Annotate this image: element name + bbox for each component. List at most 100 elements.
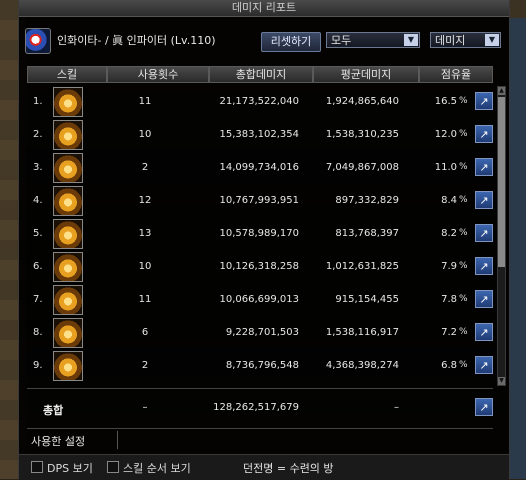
table-row: 3. 2 14,099,734,016 7,049,867,008 11.0 %… bbox=[27, 152, 493, 185]
window-title: 데미지 리포트 bbox=[19, 0, 509, 17]
share-arrow-icon[interactable]: ↗ bbox=[475, 398, 493, 416]
column-header-count[interactable]: 사용횟수 bbox=[107, 66, 209, 83]
use-count: 12 bbox=[138, 195, 152, 206]
skill-icon bbox=[53, 153, 83, 183]
table-row: 1. 11 21,173,522,040 1,924,865,640 16.5 … bbox=[27, 86, 493, 119]
damage-share: 8.2 bbox=[441, 228, 457, 239]
reset-button[interactable]: 리셋하기 bbox=[261, 32, 321, 52]
use-count: 11 bbox=[138, 96, 152, 107]
used-settings-label[interactable]: 사용한 설정 bbox=[31, 433, 85, 449]
percent-sign: % bbox=[459, 129, 468, 139]
share-arrow-icon[interactable]: ↗ bbox=[475, 125, 493, 143]
table-scrollbar[interactable]: ▲ ▼ bbox=[497, 86, 506, 386]
average-damage: 4,368,398,274 bbox=[325, 360, 399, 371]
damage-share: 16.5 bbox=[434, 96, 457, 107]
row-index: 3. bbox=[33, 162, 43, 173]
table-row: 7. 11 10,066,699,013 915,154,455 7.8 % ↗ bbox=[27, 284, 493, 317]
percent-sign: % bbox=[459, 195, 468, 205]
percent-sign: % bbox=[459, 327, 468, 337]
dps-checkbox[interactable] bbox=[31, 461, 43, 473]
average-damage: 915,154,455 bbox=[335, 294, 399, 305]
share-arrow-icon[interactable]: ↗ bbox=[475, 257, 493, 275]
damage-share: 12.0 bbox=[434, 129, 457, 140]
filter-select-value: 모두 bbox=[331, 34, 352, 47]
table-row: 6. 10 10,126,318,258 1,012,631,825 7.9 %… bbox=[27, 251, 493, 284]
share-arrow-icon[interactable]: ↗ bbox=[475, 158, 493, 176]
total-label: 총합 bbox=[43, 404, 64, 417]
share-arrow-icon[interactable]: ↗ bbox=[475, 191, 493, 209]
share-arrow-icon[interactable]: ↗ bbox=[475, 224, 493, 242]
share-arrow-icon[interactable]: ↗ bbox=[475, 92, 493, 110]
table-header: 스킬 사용횟수 총합데미지 평균데미지 점유율 bbox=[27, 66, 493, 83]
use-count: 10 bbox=[138, 129, 152, 140]
share-arrow-icon[interactable]: ↗ bbox=[475, 356, 493, 374]
total-damage: 10,066,699,013 bbox=[219, 294, 299, 305]
table-row: 8. 6 9,228,701,503 1,538,116,917 7.2 % ↗ bbox=[27, 317, 493, 350]
character-avatar-icon bbox=[25, 28, 51, 54]
percent-sign: % bbox=[459, 360, 468, 370]
damage-share: 7.8 bbox=[441, 294, 457, 305]
column-header-share[interactable]: 점유율 bbox=[419, 66, 493, 83]
average-damage: 1,538,310,235 bbox=[325, 129, 399, 140]
dps-label: DPS 보기 bbox=[47, 462, 93, 475]
column-header-average[interactable]: 평균데미지 bbox=[313, 66, 419, 83]
use-count: 2 bbox=[141, 162, 149, 173]
character-name: 인화이타- / 眞 인파이터 (Lv.110) bbox=[57, 34, 216, 47]
total-damage: 10,578,989,170 bbox=[219, 228, 299, 239]
table-row: 5. 13 10,578,989,170 813,768,397 8.2 % ↗ bbox=[27, 218, 493, 251]
row-index: 5. bbox=[33, 228, 43, 239]
skill-icon bbox=[53, 252, 83, 282]
total-damage: 10,126,318,258 bbox=[219, 261, 299, 272]
skill-icon bbox=[53, 351, 83, 381]
average-damage: 1,012,631,825 bbox=[325, 261, 399, 272]
report-header: 인화이타- / 眞 인파이터 (Lv.110) 리셋하기 모두 ▼ 데미지 ▼ bbox=[19, 26, 509, 58]
report-footer: DPS 보기 스킬 순서 보기 던전명 = 수련의 방 bbox=[19, 454, 509, 480]
share-arrow-icon[interactable]: ↗ bbox=[475, 323, 493, 341]
row-index: 9. bbox=[33, 360, 43, 371]
table-row: 9. 2 8,736,796,548 4,368,398,274 6.8 % ↗ bbox=[27, 350, 493, 383]
divider bbox=[117, 431, 118, 449]
row-index: 2. bbox=[33, 129, 43, 140]
average-damage: 813,768,397 bbox=[335, 228, 399, 239]
column-header-skill[interactable]: 스킬 bbox=[27, 66, 107, 83]
skill-icon bbox=[53, 285, 83, 315]
average-damage: 897,332,829 bbox=[335, 195, 399, 206]
damage-share: 8.4 bbox=[441, 195, 457, 206]
table-row: 2. 10 15,383,102,354 1,538,310,235 12.0 … bbox=[27, 119, 493, 152]
row-index: 6. bbox=[33, 261, 43, 272]
share-arrow-icon[interactable]: ↗ bbox=[475, 290, 493, 308]
total-damage: 14,099,734,016 bbox=[219, 162, 299, 173]
scroll-up-icon[interactable]: ▲ bbox=[498, 87, 505, 95]
row-index: 1. bbox=[33, 96, 43, 107]
row-index: 8. bbox=[33, 327, 43, 338]
total-damage-sum: 128,262,517,679 bbox=[213, 402, 299, 413]
skill-order-checkbox[interactable] bbox=[107, 461, 119, 473]
skill-icon bbox=[53, 120, 83, 150]
scroll-thumb[interactable] bbox=[498, 97, 505, 267]
row-index: 7. bbox=[33, 294, 43, 305]
use-count: 2 bbox=[141, 360, 149, 371]
skill-icon bbox=[53, 318, 83, 348]
row-index: 4. bbox=[33, 195, 43, 206]
percent-sign: % bbox=[459, 294, 468, 304]
total-damage: 9,228,701,503 bbox=[225, 327, 299, 338]
chevron-down-icon: ▼ bbox=[485, 34, 499, 46]
use-count: 6 bbox=[141, 327, 149, 338]
metric-select[interactable]: 데미지 ▼ bbox=[430, 32, 501, 48]
average-damage: 1,924,865,640 bbox=[325, 96, 399, 107]
percent-sign: % bbox=[459, 162, 468, 172]
scroll-down-icon[interactable]: ▼ bbox=[498, 377, 505, 385]
percent-sign: % bbox=[459, 228, 468, 238]
damage-share: 11.0 bbox=[434, 162, 457, 173]
damage-share: 7.9 bbox=[441, 261, 457, 272]
skill-icon bbox=[53, 87, 83, 117]
total-damage: 10,767,993,951 bbox=[219, 195, 299, 206]
percent-sign: % bbox=[459, 261, 468, 271]
total-damage: 8,736,796,548 bbox=[225, 360, 299, 371]
total-damage: 15,383,102,354 bbox=[219, 129, 299, 140]
used-settings-bar: 사용한 설정 bbox=[27, 428, 493, 451]
column-header-total[interactable]: 총합데미지 bbox=[209, 66, 313, 83]
total-damage: 21,173,522,040 bbox=[219, 96, 299, 107]
dungeon-name: 던전명 = 수련의 방 bbox=[243, 462, 334, 475]
filter-select[interactable]: 모두 ▼ bbox=[326, 32, 420, 48]
